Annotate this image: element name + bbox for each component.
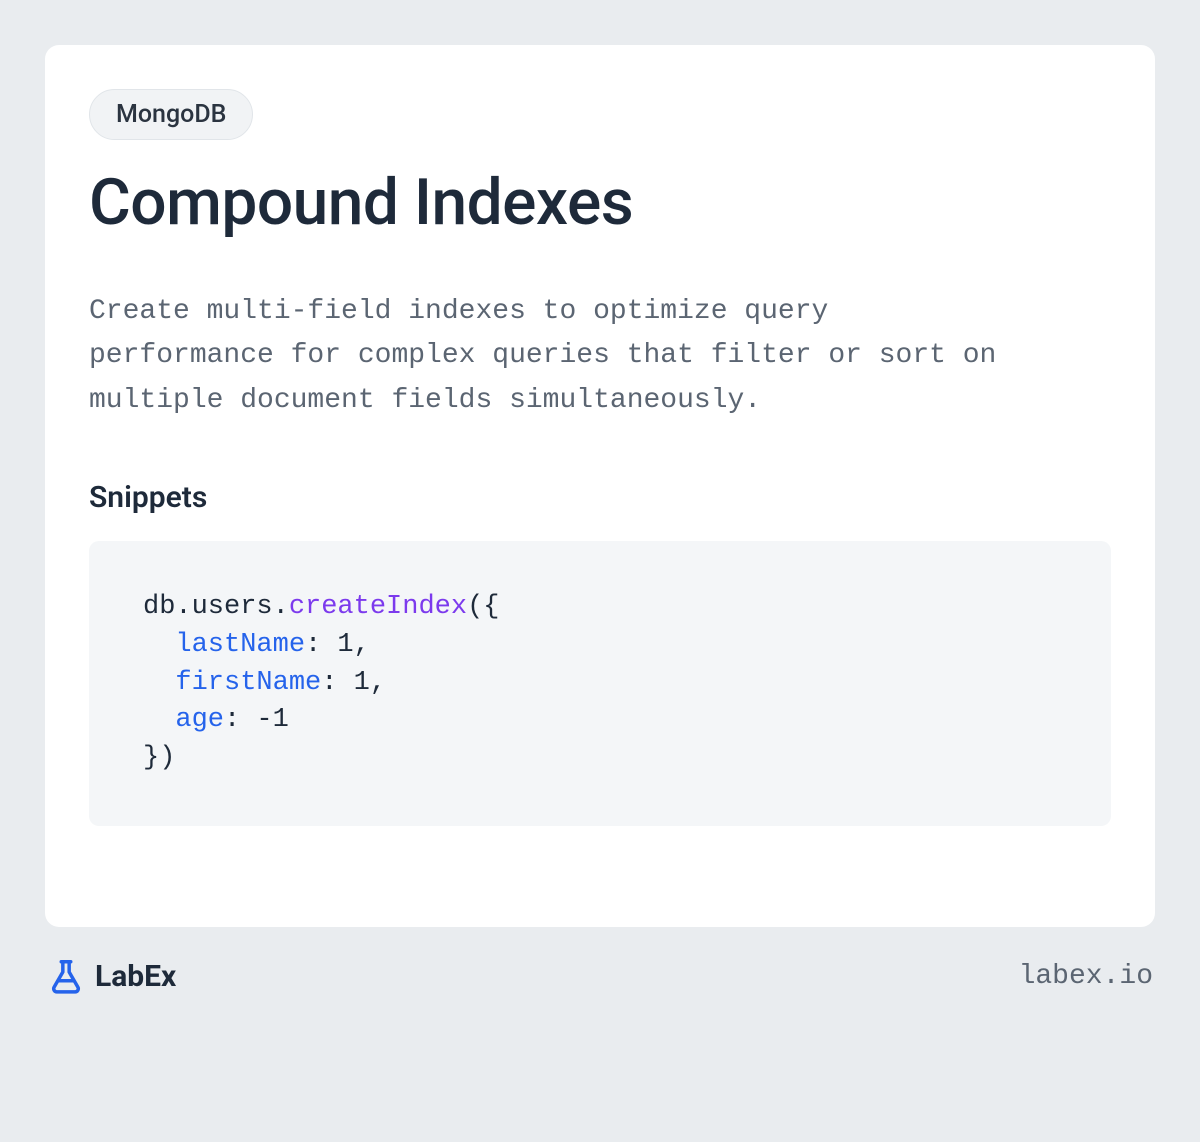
code-snippet: db.users.createIndex({ lastName: 1, firs… (89, 541, 1111, 826)
snippets-heading: Snippets (89, 480, 1111, 515)
content-card: MongoDB Compound Indexes Create multi-fi… (45, 45, 1155, 927)
page-title: Compound Indexes (89, 166, 1111, 240)
flask-icon (47, 957, 85, 995)
category-tag: MongoDB (89, 89, 253, 140)
description-text: Create multi-field indexes to optimize q… (89, 290, 1009, 424)
brand: LabEx (47, 957, 176, 995)
site-url: labex.io (1019, 961, 1153, 992)
brand-name: LabEx (95, 959, 176, 994)
footer: LabEx labex.io (45, 927, 1155, 995)
